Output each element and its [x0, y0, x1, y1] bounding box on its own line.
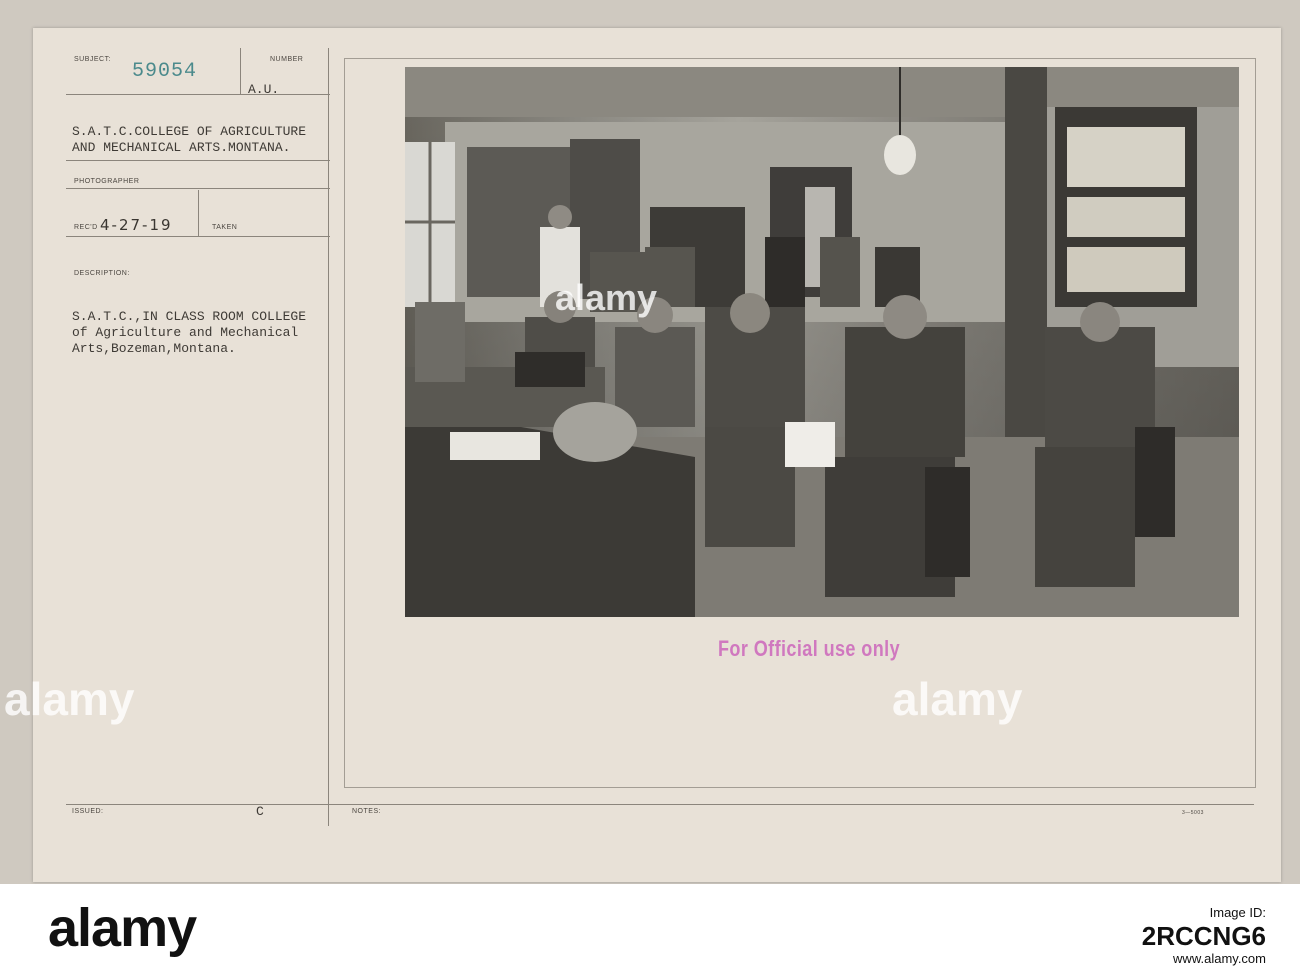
header-divider: [240, 48, 241, 94]
subject-rule: [66, 94, 330, 95]
subject-number: 59054: [132, 60, 198, 83]
bottom-rule: [66, 804, 1254, 805]
recd-divider: [198, 190, 199, 236]
issued-value: C: [256, 804, 264, 819]
site-url-link[interactable]: www.alamy.com: [1142, 951, 1266, 967]
description-label: DESCRIPTION:: [74, 270, 130, 277]
classroom-photograph: alamy: [405, 67, 1239, 617]
notes-label: NOTES:: [352, 808, 382, 815]
subject-label: SUBJECT:: [74, 56, 112, 63]
image-id-code: 2RCCNG6: [1141, 921, 1266, 951]
title-rule: [66, 160, 330, 161]
image-id-label: Image ID:: [1209, 905, 1266, 920]
recd-rule: [66, 236, 330, 237]
recd-date: 4-27-19: [100, 216, 173, 234]
photo-watermark-text: alamy: [555, 277, 658, 318]
photographer-rule: [66, 188, 330, 189]
image-id-block: Image ID: 2RCCNG6 www.alamy.com: [1142, 905, 1266, 967]
description-line-3: Arts,Bozeman,Montana.: [72, 341, 236, 356]
watermark-left: alamy: [4, 673, 135, 725]
watermark-right: alamy: [892, 673, 1023, 725]
column-divider: [328, 48, 329, 826]
alamy-logo[interactable]: alamy: [48, 897, 197, 959]
taken-label: TAKEN: [212, 224, 238, 231]
photographer-label: PHOTOGRAPHER: [74, 178, 140, 185]
form-code: 3—5003: [1182, 810, 1204, 816]
title-line-2: AND MECHANICAL ARTS.MONTANA.: [72, 140, 291, 155]
image-stage: SUBJECT: NUMBER 59054 A.U. S.A.T.C.COLLE…: [0, 0, 1300, 884]
official-use-stamp: For Official use only: [718, 636, 901, 661]
recd-label: REC'D: [74, 224, 98, 231]
description-line-2: of Agriculture and Mechanical: [72, 325, 299, 340]
title-line-1: S.A.T.C.COLLEGE OF AGRICULTURE: [72, 124, 307, 139]
issued-label: ISSUED:: [72, 808, 104, 815]
description-line-1: S.A.T.C.,IN CLASS ROOM COLLEGE: [72, 309, 307, 324]
number-label: NUMBER: [270, 56, 304, 63]
